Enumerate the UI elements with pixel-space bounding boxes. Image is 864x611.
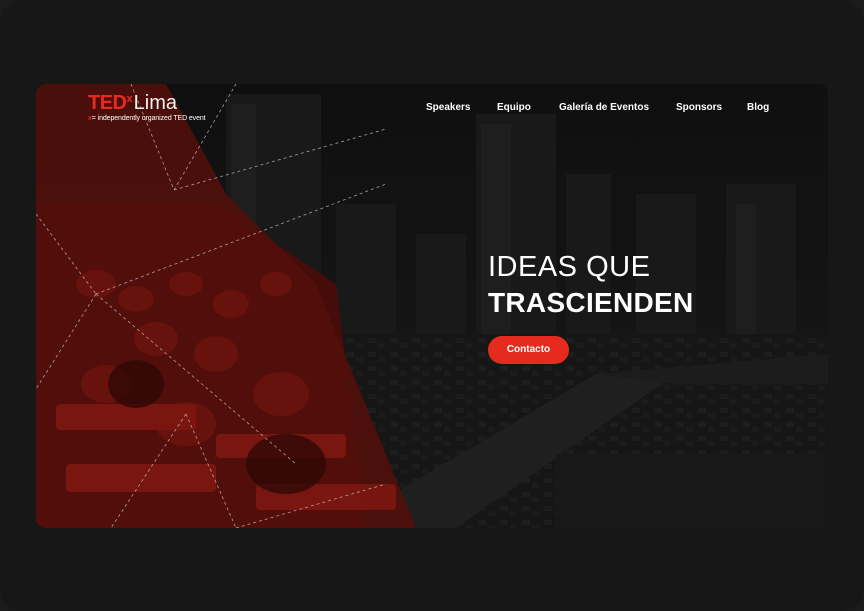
logo-ted: TED [88, 92, 127, 114]
hero-headline: IDEAS QUE TRASCIENDEN [488, 250, 694, 322]
nav-sponsors[interactable]: Sponsors [676, 102, 722, 113]
nav-galeria[interactable]: Galería de Eventos [559, 102, 649, 113]
hero-background [36, 84, 828, 528]
nav-speakers[interactable]: Speakers [426, 102, 470, 113]
logo-tagline: x= independently organized TED event [88, 115, 206, 122]
logo-x: x [126, 93, 133, 105]
nav-blog[interactable]: Blog [747, 102, 769, 113]
tedx-logo[interactable]: TED x Lima x= independently organized TE… [88, 93, 206, 122]
hero-title-line1: IDEAS QUE [488, 251, 651, 283]
browser-frame: TED x Lima x= independently organized TE… [0, 0, 864, 611]
logo-tagline-text: = independently organized TED event [91, 115, 206, 122]
hero-title-line2: TRASCIENDEN [488, 287, 694, 318]
hero-section: TED x Lima x= independently organized TE… [36, 84, 828, 528]
nav-equipo[interactable]: Equipo [497, 102, 531, 113]
logo-city: Lima [133, 92, 177, 114]
contacto-button[interactable]: Contacto [488, 336, 569, 364]
